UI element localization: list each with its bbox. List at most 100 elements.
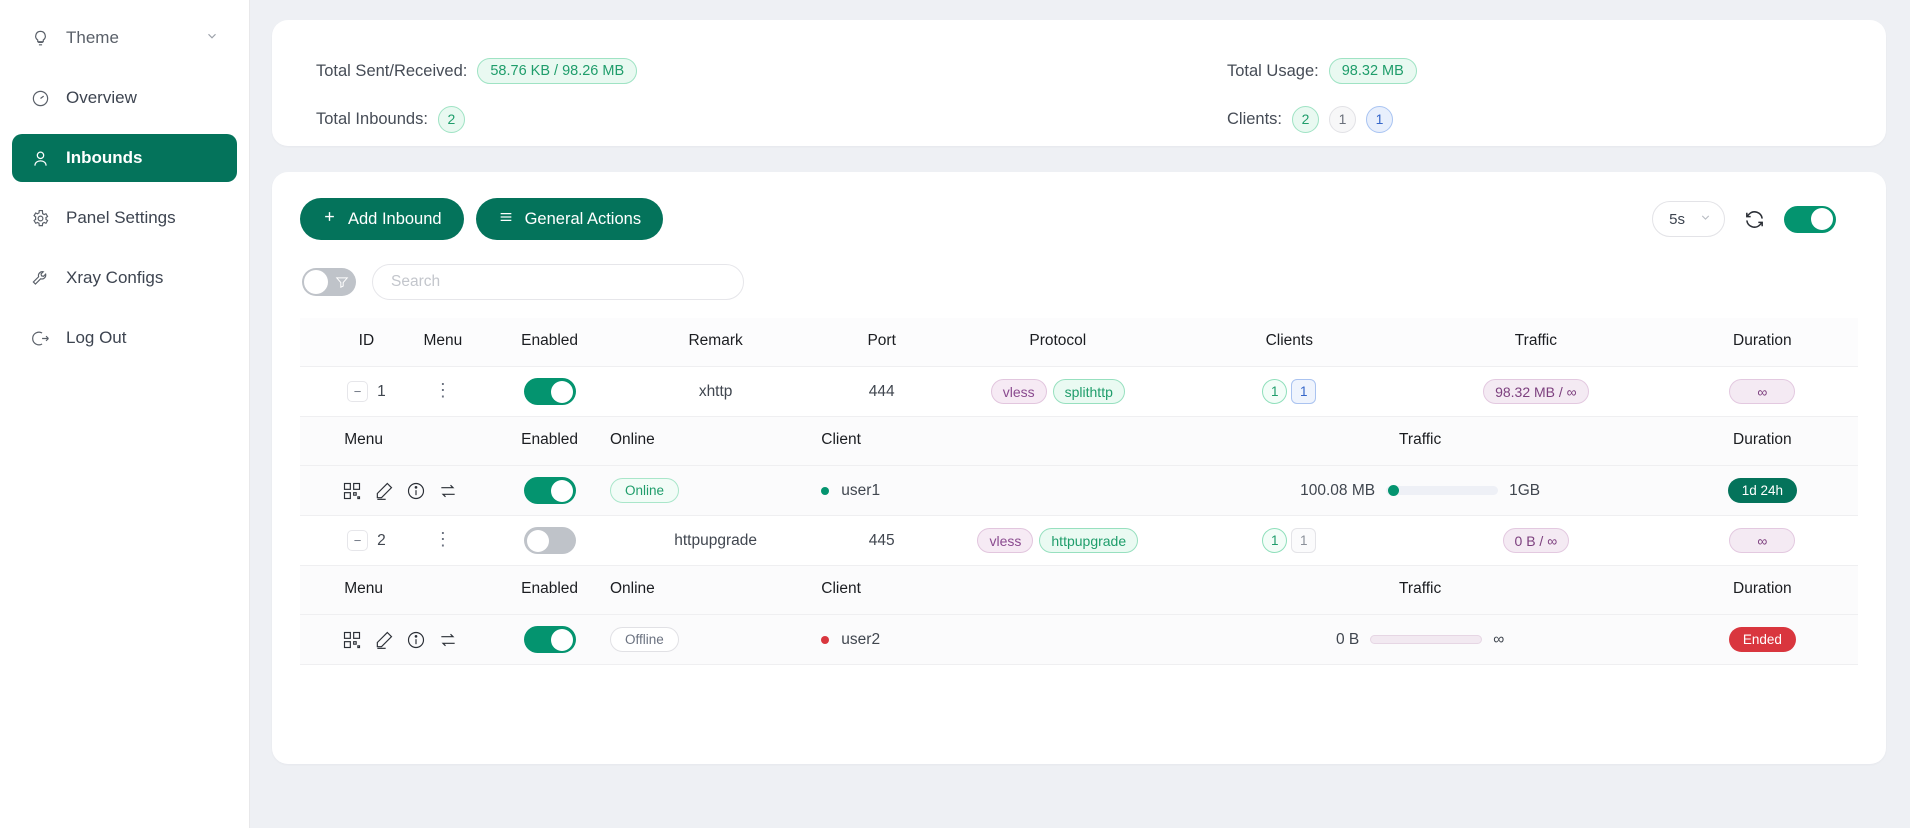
filter-toggle[interactable]	[302, 268, 356, 296]
th-traffic[interactable]: Traffic	[1405, 318, 1667, 367]
client-name-cell: user1	[821, 466, 1173, 516]
row-id: 2	[377, 532, 386, 550]
th-id[interactable]: ID	[336, 318, 396, 367]
collapse-row-button[interactable]: −	[347, 530, 368, 551]
refresh-interval-select[interactable]: 5s	[1652, 201, 1725, 237]
sub-th-traffic: Traffic	[1174, 417, 1667, 466]
row-id: 1	[377, 383, 386, 401]
client-count-total: 1	[1291, 528, 1316, 553]
sidebar-item-xray-configs[interactable]: Xray Configs	[12, 254, 237, 302]
sub-th-menu: Menu	[336, 566, 489, 615]
qrcode-icon[interactable]	[342, 481, 362, 501]
client-online-badge: Offline	[610, 627, 679, 652]
auto-refresh-toggle[interactable]	[1784, 206, 1836, 233]
row-duration-badge: ∞	[1729, 379, 1795, 404]
stat-total-inbounds: Total Inbounds: 2	[316, 102, 1079, 136]
general-actions-button[interactable]: General Actions	[476, 198, 663, 240]
client-traffic-total: 1GB	[1509, 482, 1540, 500]
client-traffic-used: 100.08 MB	[1300, 482, 1375, 500]
sidebar-item-overview[interactable]: Overview	[12, 74, 237, 122]
th-enabled[interactable]: Enabled	[489, 318, 610, 367]
refresh-interval-value: 5s	[1669, 211, 1685, 228]
toolbar-right-group: 5s	[1652, 201, 1858, 237]
chevron-down-icon[interactable]	[205, 28, 219, 48]
client-traffic-bar	[1386, 486, 1498, 495]
client-count-total: 1	[1291, 379, 1316, 404]
th-menu: Menu	[397, 318, 490, 367]
sidebar-item-label: Xray Configs	[66, 268, 163, 288]
main-content: Total Sent/Received: 58.76 KB / 98.26 MB…	[250, 0, 1910, 828]
filter-icon	[335, 275, 349, 289]
client-duration-cell: Ended	[1667, 615, 1858, 665]
sub-th-duration: Duration	[1667, 417, 1858, 466]
row-menu-icon[interactable]: ⋮	[434, 380, 452, 400]
transport-tag: splithttp	[1053, 379, 1125, 404]
row-id-cell: − 2	[336, 516, 396, 566]
client-enabled-toggle[interactable]	[524, 477, 576, 504]
clients-count-online: 2	[1292, 106, 1319, 133]
protocol-tag: vless	[991, 379, 1047, 404]
client-duration-badge: Ended	[1729, 627, 1796, 652]
sub-th-traffic: Traffic	[1174, 566, 1667, 615]
inbounds-table: ID Menu Enabled Remark Port Protocol Cli…	[300, 318, 1858, 665]
th-spacer	[300, 318, 336, 367]
row-enabled-toggle[interactable]	[524, 527, 576, 554]
row-menu-icon[interactable]: ⋮	[434, 529, 452, 549]
row-enabled-toggle[interactable]	[524, 378, 576, 405]
table-row[interactable]: − 2 ⋮ httpupgrade 445 vl	[300, 516, 1858, 566]
qrcode-icon[interactable]	[342, 630, 362, 650]
th-duration[interactable]: Duration	[1667, 318, 1858, 367]
reset-icon[interactable]	[438, 481, 458, 501]
row-id-cell: − 1	[336, 367, 396, 417]
row-menu-cell: ⋮	[397, 367, 490, 417]
info-icon[interactable]	[406, 630, 426, 650]
transport-tag: httpupgrade	[1039, 528, 1138, 553]
collapse-row-button[interactable]: −	[347, 381, 368, 402]
th-remark[interactable]: Remark	[610, 318, 821, 367]
row-traffic-cell: 98.32 MB / ∞	[1405, 367, 1667, 417]
wrench-icon	[30, 268, 50, 288]
row-expander-cell	[300, 367, 336, 417]
sub-th-enabled: Enabled	[489, 566, 610, 615]
total-usage-value: 98.32 MB	[1329, 58, 1417, 84]
th-port[interactable]: Port	[821, 318, 942, 367]
add-inbound-button[interactable]: Add Inbound	[300, 198, 464, 240]
client-name-cell: user2	[821, 615, 1173, 665]
th-protocol[interactable]: Protocol	[942, 318, 1173, 367]
sidebar-item-inbounds[interactable]: Inbounds	[12, 134, 237, 182]
plus-icon	[322, 209, 337, 229]
menu-icon	[498, 209, 514, 230]
client-row[interactable]: Online user1 100.08 MB	[300, 466, 1858, 516]
sub-th-duration: Duration	[1667, 566, 1858, 615]
sub-header-row: Menu Enabled Online Client Traffic Durat…	[300, 417, 1858, 466]
refresh-icon[interactable]	[1743, 208, 1766, 231]
client-enabled-toggle[interactable]	[524, 626, 576, 653]
search-input[interactable]	[372, 264, 744, 300]
sidebar: Theme Overview Inbounds	[0, 0, 250, 828]
table-row[interactable]: − 1 ⋮ xhttp 444 vlessspl	[300, 367, 1858, 417]
client-traffic-cell: 100.08 MB 1GB	[1174, 466, 1667, 516]
client-count-online: 1	[1262, 379, 1287, 404]
edit-icon[interactable]	[374, 481, 394, 501]
sub-th-spacer	[300, 566, 336, 615]
client-row[interactable]: Offline user2 0 B ∞	[300, 615, 1858, 665]
reset-icon[interactable]	[438, 630, 458, 650]
logout-icon	[30, 328, 50, 348]
sidebar-item-theme[interactable]: Theme	[12, 14, 237, 62]
row-port: 445	[821, 516, 942, 566]
sidebar-item-panel-settings[interactable]: Panel Settings	[12, 194, 237, 242]
th-clients[interactable]: Clients	[1174, 318, 1405, 367]
stat-clients: Clients: 2 1 1	[1227, 102, 1842, 136]
app-root: Theme Overview Inbounds	[0, 0, 1910, 828]
stats-card: Total Sent/Received: 58.76 KB / 98.26 MB…	[272, 20, 1886, 146]
sub-th-client: Client	[821, 417, 1173, 466]
general-actions-label: General Actions	[525, 210, 641, 229]
row-traffic-badge: 98.32 MB / ∞	[1483, 379, 1589, 404]
edit-icon[interactable]	[374, 630, 394, 650]
sidebar-item-log-out[interactable]: Log Out	[12, 314, 237, 362]
client-traffic-used: 0 B	[1336, 631, 1359, 649]
info-icon[interactable]	[406, 481, 426, 501]
sub-th-online: Online	[610, 417, 821, 466]
user-icon	[30, 148, 50, 168]
client-traffic-total: ∞	[1493, 631, 1504, 649]
